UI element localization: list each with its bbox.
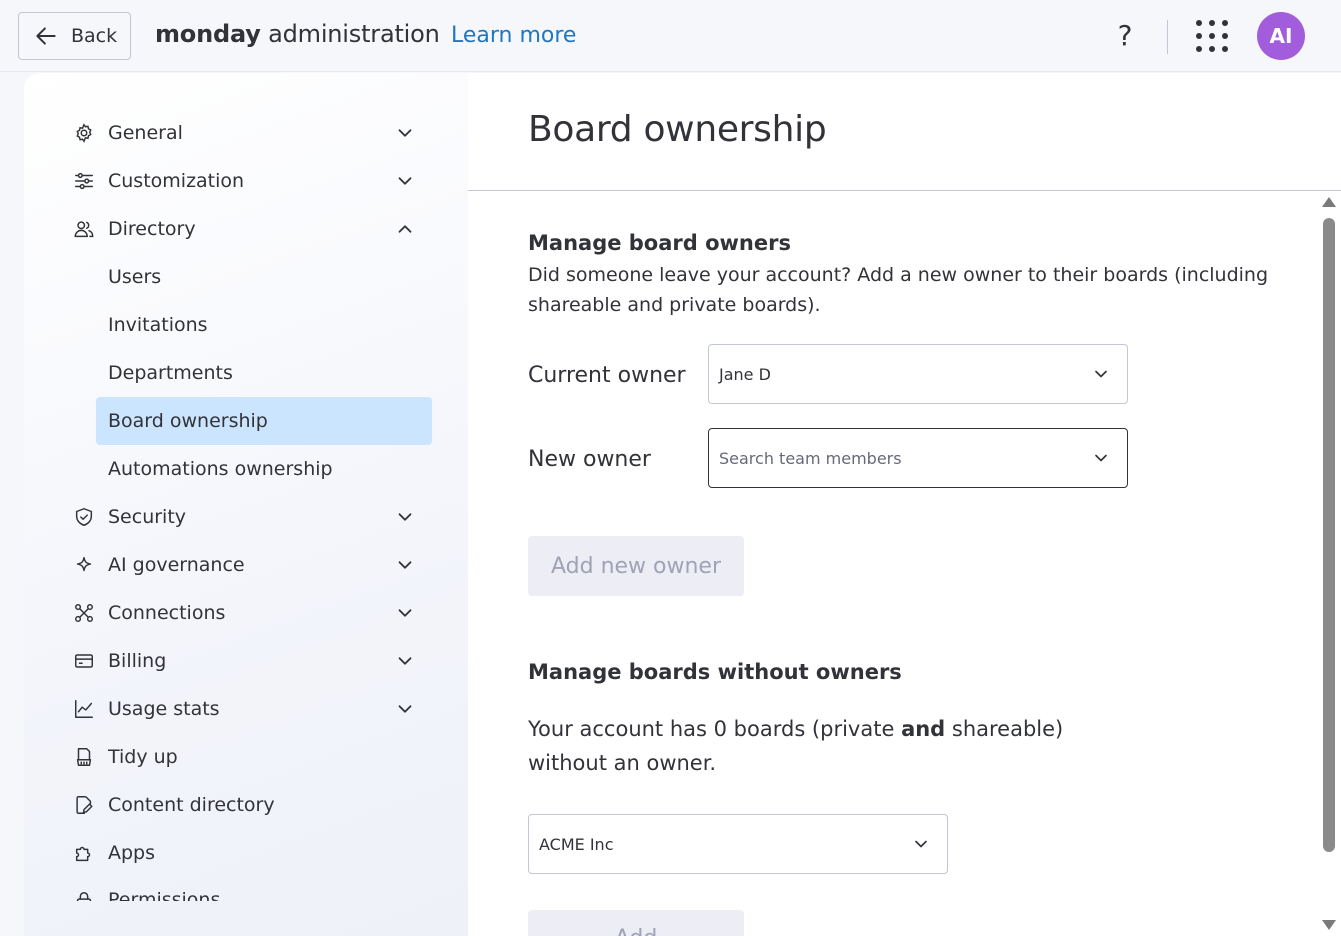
sidebar-item-label: Security	[108, 506, 187, 528]
without-owners-text-part: Your account has 0 boards (private	[528, 717, 902, 741]
header-divider	[1167, 20, 1168, 54]
without-owners-title: Manage boards without owners	[528, 660, 902, 684]
sidebar-item-billing[interactable]: Billing	[72, 637, 432, 685]
apps-grid-icon[interactable]	[1196, 20, 1228, 52]
sidebar-item-content-directory[interactable]: Content directory	[72, 781, 432, 829]
sidebar-subitem-board-ownership[interactable]: Board ownership	[96, 397, 432, 445]
sidebar-item-ai-governance[interactable]: AI governance	[72, 541, 432, 589]
sidebar-item-usage-stats[interactable]: Usage stats	[72, 685, 432, 733]
without-owners-text: Your account has 0 boards (private and s…	[528, 712, 1088, 780]
sidebar-item-label: Usage stats	[108, 698, 220, 720]
sidebar-item-apps[interactable]: Apps	[72, 829, 432, 877]
sidebar-item-label: Billing	[108, 650, 167, 672]
sparkle-icon	[72, 553, 96, 577]
sidebar-item-security[interactable]: Security	[72, 493, 432, 541]
learn-more-link[interactable]: Learn more	[451, 23, 576, 48]
scroll-down-arrow-icon[interactable]	[1322, 920, 1336, 930]
credit-card-icon	[72, 649, 96, 673]
chevron-up-icon	[398, 225, 412, 233]
chevron-down-icon	[398, 129, 412, 137]
chevron-down-icon	[915, 840, 927, 848]
sidebar-item-label: Content directory	[108, 794, 275, 816]
sidebar-item-label: AI governance	[108, 554, 245, 576]
sidebar-subitem-automations-ownership[interactable]: Automations ownership	[96, 445, 432, 493]
sidebar-subitem-departments[interactable]: Departments	[96, 349, 432, 397]
scrollbar-thumb[interactable]	[1323, 218, 1335, 852]
help-icon[interactable]: ?	[1110, 20, 1140, 52]
app-title-text: administration	[268, 20, 440, 48]
scroll-up-arrow-icon[interactable]	[1322, 197, 1336, 207]
sidebar-item-label: Apps	[108, 842, 156, 864]
broom-icon	[72, 745, 96, 769]
sidebar-item-permissions[interactable]: Permissions	[72, 877, 432, 901]
back-button[interactable]: Back	[18, 12, 131, 60]
app-title: monday administration	[155, 20, 440, 48]
sidebar-item-label: Permissions	[108, 889, 221, 901]
current-owner-select[interactable]: Jane D	[708, 344, 1128, 404]
sidebar-item-directory[interactable]: Directory	[72, 205, 432, 253]
chevron-down-icon	[398, 177, 412, 185]
manage-owners-title: Manage board owners	[528, 231, 791, 255]
sidebar-item-customization[interactable]: Customization	[72, 157, 432, 205]
people-icon	[72, 217, 96, 241]
current-owner-value: Jane D	[719, 364, 771, 384]
chevron-down-icon	[1095, 454, 1107, 462]
main-content: Board ownership Manage board owners Did …	[468, 73, 1341, 936]
sidebar-item-label: Connections	[108, 602, 226, 624]
gear-icon	[72, 121, 96, 145]
chevron-down-icon	[398, 561, 412, 569]
document-edit-icon	[72, 793, 96, 817]
arrow-left-icon	[36, 27, 56, 45]
sidebar-item-tidy-up[interactable]: Tidy up	[72, 733, 432, 781]
chart-line-icon	[72, 697, 96, 721]
top-bar: Back monday administration Learn more ? …	[0, 0, 1341, 72]
brand-name: monday	[155, 20, 261, 48]
chevron-down-icon	[398, 609, 412, 617]
sidebar-item-label: General	[108, 122, 183, 144]
shield-icon	[72, 505, 96, 529]
manage-owners-description: Did someone leave your account? Add a ne…	[528, 264, 1269, 316]
chevron-down-icon	[398, 705, 412, 713]
new-owner-placeholder: Search team members	[719, 448, 902, 468]
lock-icon	[72, 889, 96, 901]
header-divider	[468, 190, 1341, 191]
back-button-label: Back	[71, 25, 118, 47]
sliders-icon	[72, 169, 96, 193]
sidebar-item-label: Directory	[108, 218, 196, 240]
puzzle-icon	[72, 841, 96, 865]
new-owner-label: New owner	[528, 447, 651, 472]
sidebar-subitem-users[interactable]: Users	[96, 253, 432, 301]
sidebar-item-connections[interactable]: Connections	[72, 589, 432, 637]
current-owner-label: Current owner	[528, 363, 686, 388]
add-owner-to-boards-button[interactable]: Add	[528, 910, 744, 936]
chevron-down-icon	[398, 513, 412, 521]
without-owners-text-bold: and	[901, 717, 946, 741]
chevron-down-icon	[398, 657, 412, 665]
page-title: Board ownership	[528, 109, 827, 150]
workspace-select[interactable]: ACME Inc	[528, 814, 948, 874]
connections-icon	[72, 601, 96, 625]
workspace-value: ACME Inc	[539, 834, 614, 854]
avatar[interactable]: AI	[1257, 12, 1305, 60]
sidebar-item-label: Customization	[108, 170, 245, 192]
sidebar: General Customization Directory Users In…	[24, 73, 468, 936]
sidebar-subitem-invitations[interactable]: Invitations	[96, 301, 432, 349]
new-owner-search-select[interactable]: Search team members	[708, 428, 1128, 488]
add-new-owner-button[interactable]: Add new owner	[528, 536, 744, 596]
chevron-down-icon	[1095, 370, 1107, 378]
sidebar-item-label: Tidy up	[108, 746, 178, 768]
sidebar-item-general[interactable]: General	[72, 109, 432, 157]
